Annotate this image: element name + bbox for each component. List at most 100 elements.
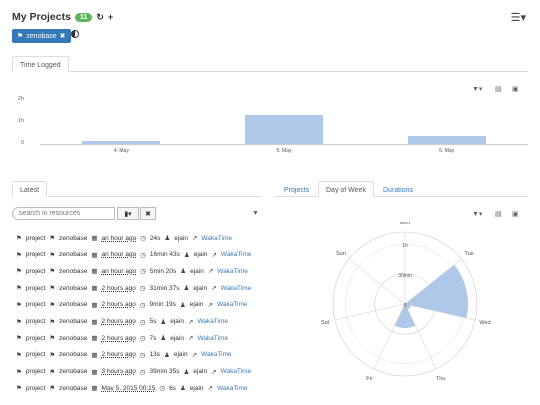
tag-label: project xyxy=(25,334,46,342)
plus-icon[interactable]: + xyxy=(108,12,113,22)
duration: 9min 19s xyxy=(149,301,176,309)
wakatime-link[interactable]: WakaTime xyxy=(197,318,228,325)
filter-chip[interactable]: ⚑ zenobase ✖ xyxy=(12,29,71,43)
time-ago[interactable]: 2 hours ago xyxy=(102,335,136,342)
clock-icon: ◷ xyxy=(139,368,146,376)
tag-icon: ⚑ xyxy=(16,235,22,242)
bar[interactable] xyxy=(407,136,486,144)
x-tick-label: 6. May xyxy=(439,148,455,154)
wakatime-link[interactable]: WakaTime xyxy=(221,251,252,258)
user-icon: ♟ xyxy=(160,335,167,343)
external-link-icon: ↗ xyxy=(207,268,214,276)
user-icon: ♟ xyxy=(179,301,186,309)
project-label: zenobase xyxy=(59,267,88,275)
polar-sector[interactable] xyxy=(405,264,468,319)
wakatime-link[interactable]: WakaTime xyxy=(217,301,248,308)
tab-day-of-week[interactable]: Day of Week xyxy=(318,181,374,197)
bar[interactable] xyxy=(82,141,161,144)
list-item: ⚑ project ⚑ zenobase ▦ May 5, 2015 00:15 ◷ 6s ♟ e… xyxy=(16,384,276,393)
wakatime-link[interactable]: WakaTime xyxy=(217,385,248,392)
time-ago[interactable]: 2 hours ago xyxy=(102,318,136,325)
tag-icon: ⚑ xyxy=(16,351,22,359)
tab-divider xyxy=(12,71,528,72)
time-ago[interactable]: an hour ago xyxy=(102,251,137,258)
user-icon: ♟ xyxy=(183,368,190,376)
polar-category-label: Wed xyxy=(479,320,490,326)
project-label: zenobase xyxy=(59,301,88,309)
bookmark-dropdown-button[interactable]: ▮▾ xyxy=(117,207,139,220)
calendar-icon: ▦ xyxy=(91,351,98,359)
time-ago[interactable]: May 5, 2015 00:15 xyxy=(102,385,156,392)
user-name: ejain xyxy=(189,301,204,309)
polar-ring-label: 0 xyxy=(404,303,407,309)
contrast-icon[interactable] xyxy=(71,30,79,38)
bar[interactable] xyxy=(244,115,324,144)
tab-projects[interactable]: Projects xyxy=(276,181,317,200)
clock-icon: ◷ xyxy=(139,301,146,309)
clock-icon: ◷ xyxy=(140,268,146,276)
refresh-icon[interactable]: ↻ xyxy=(96,12,104,23)
calendar-icon: ▦ xyxy=(91,301,98,309)
external-link-icon: ↗ xyxy=(187,318,194,326)
tab-time-logged[interactable]: Time Logged xyxy=(12,56,69,72)
latest-tab-divider xyxy=(12,196,262,197)
tag-icon: ⚑ xyxy=(16,251,22,259)
calendar-icon: ▦ xyxy=(91,251,98,259)
wakatime-link[interactable]: WakaTime xyxy=(221,285,252,292)
document-icon[interactable]: ▤ xyxy=(495,210,502,218)
clock-icon: ◷ xyxy=(139,335,146,343)
remove-filter-icon[interactable]: ✖ xyxy=(60,32,66,40)
clock-icon: ◷ xyxy=(140,235,146,242)
clear-search-button[interactable]: ✖ xyxy=(140,207,156,220)
polar-category-label: Sun xyxy=(336,251,346,257)
duration: 5min 20s xyxy=(149,267,177,275)
user-icon: ♟ xyxy=(164,351,170,359)
time-ago[interactable]: an hour ago xyxy=(102,235,137,242)
clock-icon: ◷ xyxy=(139,351,146,359)
polar-ring-label: 30min xyxy=(398,273,412,279)
tag-label: project xyxy=(25,234,46,242)
user-icon: ♟ xyxy=(180,268,187,276)
clock-icon: ◷ xyxy=(140,251,146,259)
tag-label: project xyxy=(25,351,46,359)
time-ago[interactable]: 3 hours ago xyxy=(102,368,136,375)
user-name: ejain xyxy=(170,318,184,325)
user-name: ejain xyxy=(170,334,184,342)
search-input[interactable] xyxy=(12,207,115,220)
filter-chip-label: zenobase xyxy=(26,32,57,40)
time-ago[interactable]: 2 hours ago xyxy=(102,301,136,308)
filter-icon[interactable]: ▼▾ xyxy=(472,210,482,218)
time-ago[interactable]: 2 hours ago xyxy=(102,285,136,292)
filter-icon[interactable]: ▼ xyxy=(252,210,259,217)
calendar-icon: ▦ xyxy=(91,368,98,376)
hamburger-menu-icon[interactable]: ☰▾ xyxy=(511,11,526,24)
wakatime-link[interactable]: WakaTime xyxy=(197,335,228,342)
tab-durations[interactable]: Durations xyxy=(375,181,421,200)
tag-icon: ⚑ xyxy=(49,335,56,343)
external-link-icon: ↗ xyxy=(207,385,213,393)
wakatime-link[interactable]: WakaTime xyxy=(201,235,232,242)
tag-icon: ⚑ xyxy=(49,268,56,276)
project-label: zenobase xyxy=(59,234,88,242)
wakatime-link[interactable]: WakaTime xyxy=(201,351,232,358)
tag-label: project xyxy=(25,318,46,325)
calendar-icon: ▦ xyxy=(91,318,98,326)
list-item: ⚑ project ⚑ zenobase ▦ 2 hours ago ◷ 7s ♟ ejain ↗ W… xyxy=(16,334,276,343)
wakatime-link[interactable]: WakaTime xyxy=(217,268,248,275)
tag-label: project xyxy=(25,384,46,392)
time-ago[interactable]: 2 hours ago xyxy=(102,351,136,358)
camera-icon[interactable]: ▣ xyxy=(512,210,519,218)
tag-icon: ⚑ xyxy=(49,235,56,242)
calendar-icon: ▦ xyxy=(91,335,98,343)
time-ago[interactable]: an hour ago xyxy=(102,268,137,275)
tab-latest[interactable]: Latest xyxy=(12,181,48,197)
tag-icon: ⚑ xyxy=(16,385,22,393)
project-label: zenobase xyxy=(59,318,88,325)
external-link-icon: ↗ xyxy=(191,235,198,242)
y-tick-label: 1h xyxy=(17,118,24,124)
polar-spoke xyxy=(348,258,406,305)
project-count-badge: 11 xyxy=(74,12,93,22)
polar-spoke xyxy=(373,303,406,369)
duration: 24s xyxy=(149,234,161,242)
wakatime-link[interactable]: WakaTime xyxy=(221,368,252,375)
